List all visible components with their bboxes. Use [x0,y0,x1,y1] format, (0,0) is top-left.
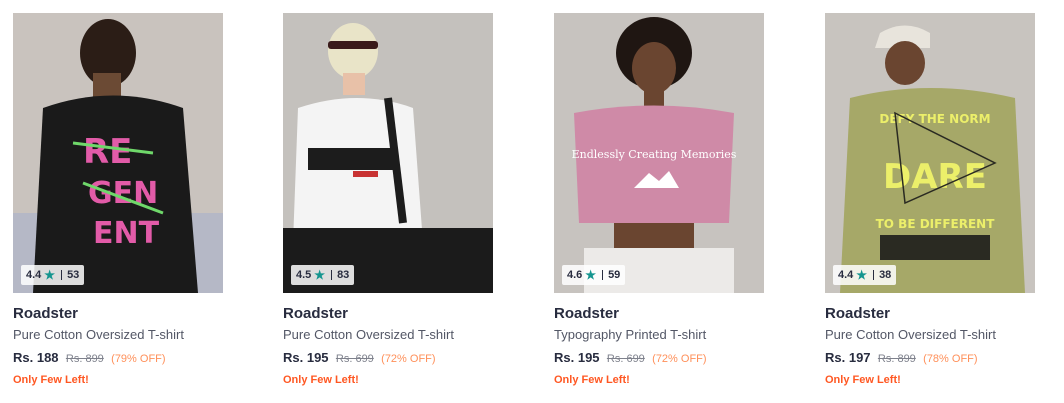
product-name: Pure Cotton Oversized T-shirt [13,327,184,342]
rating-divider [331,270,333,280]
product-name: Pure Cotton Oversized T-shirt [283,327,454,342]
product-price: Rs. 195 [283,350,329,365]
product-brand: Roadster [554,305,620,322]
product-discount: (79% OFF) [111,353,166,365]
product-discount: (78% OFF) [923,353,978,365]
rating-value: 4.6 [567,269,583,281]
rating-badge: 4.4 ★ 38 [833,265,897,285]
rating-divider [602,270,604,280]
star-icon: ★ [44,268,56,282]
rating-value: 4.4 [26,269,42,281]
product-brand: Roadster [13,305,79,322]
product-mrp: Rs. 899 [65,353,104,365]
product-name: Typography Printed T-shirt [554,327,707,342]
price-row: Rs. 197 Rs. 899 (78% OFF) [825,350,1035,367]
product-card[interactable]: DEFY THE NORM DARE TO BE DIFFERENT 4.4 ★… [825,13,1035,387]
product-name: Pure Cotton Oversized T-shirt [825,327,996,342]
product-card[interactable]: Endlessly Creating Memories 4.6 ★ 59 Roa… [554,13,764,387]
svg-text:RE: RE [83,132,132,172]
product-card[interactable]: RE GEN ENT 4.4 ★ 53 Roadster Pure Cotton… [13,13,223,387]
rating-count: 59 [608,269,621,281]
rating-count: 53 [67,269,80,281]
product-brand: Roadster [825,305,891,322]
star-icon: ★ [585,268,597,282]
price-row: Rs. 195 Rs. 699 (72% OFF) [554,350,764,367]
product-mrp: Rs. 699 [606,353,645,365]
rating-count: 83 [337,269,350,281]
rating-count: 38 [879,269,892,281]
svg-text:TO BE DIFFERENT: TO BE DIFFERENT [876,217,996,231]
rating-divider [873,270,875,280]
star-icon: ★ [314,268,326,282]
product-grid: RE GEN ENT 4.4 ★ 53 Roadster Pure Cotton… [0,0,1064,403]
rating-divider [61,270,63,280]
product-mrp: Rs. 899 [877,353,916,365]
product-mrp: Rs. 699 [335,353,374,365]
price-row: Rs. 188 Rs. 899 (79% OFF) [13,350,223,367]
product-card[interactable]: 4.5 ★ 83 Roadster Pure Cotton Oversized … [283,13,493,387]
product-price: Rs. 195 [554,350,600,365]
product-price: Rs. 197 [825,350,871,365]
rating-value: 4.4 [838,269,854,281]
product-image[interactable]: DEFY THE NORM DARE TO BE DIFFERENT 4.4 ★… [825,13,1035,293]
product-brand: Roadster [283,305,349,322]
svg-text:DARE: DARE [883,157,987,197]
star-icon: ★ [856,268,868,282]
svg-text:Endlessly Creating Memories: Endlessly Creating Memories [572,148,737,161]
rating-badge: 4.4 ★ 53 [21,265,85,285]
stock-status: Only Few Left! [283,374,359,386]
product-discount: (72% OFF) [381,353,436,365]
price-row: Rs. 195 Rs. 699 (72% OFF) [283,350,493,367]
product-image[interactable]: Endlessly Creating Memories 4.6 ★ 59 [554,13,764,293]
stock-status: Only Few Left! [825,374,901,386]
rating-badge: 4.5 ★ 83 [291,265,355,285]
product-image[interactable]: 4.5 ★ 83 [283,13,493,293]
svg-text:ENT: ENT [93,216,160,251]
product-discount: (72% OFF) [652,353,707,365]
rating-value: 4.5 [296,269,312,281]
rating-badge: 4.6 ★ 59 [562,265,626,285]
stock-status: Only Few Left! [13,374,89,386]
product-price: Rs. 188 [13,350,59,365]
stock-status: Only Few Left! [554,374,630,386]
product-image[interactable]: RE GEN ENT 4.4 ★ 53 [13,13,223,293]
